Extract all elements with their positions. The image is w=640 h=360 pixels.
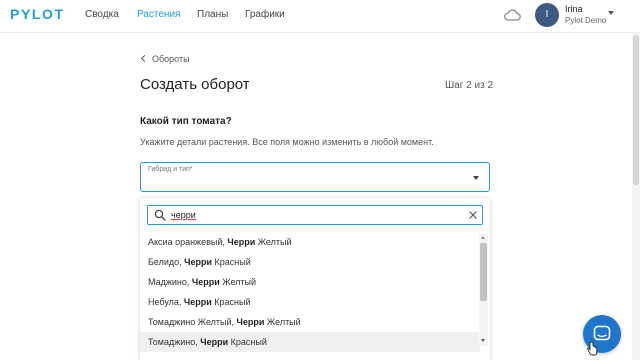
dropdown-option[interactable]: Томаджино Желтый, Черри Желтый (140, 312, 480, 332)
option-color: Желтый (255, 237, 292, 247)
option-name: Томаджино, (148, 337, 201, 347)
option-match: Черри (183, 297, 212, 307)
page-scrollbar-thumb[interactable] (633, 35, 639, 185)
option-name: Белидо, (148, 257, 185, 267)
scroll-up-icon[interactable] (481, 236, 485, 239)
dropdown-search-input[interactable]: черри (147, 205, 483, 225)
dropdown-option[interactable]: Маджино, Черри Желтый (140, 272, 480, 292)
search-icon (154, 209, 166, 221)
dropdown-option[interactable]: Аксиа оранжевый, Черри Желтый (140, 232, 480, 252)
option-match: Черри (191, 277, 220, 287)
option-match: Черри (200, 337, 229, 347)
select-label: Гибрид и тип* (148, 166, 193, 173)
page-scrollbar[interactable] (632, 33, 640, 360)
dropdown-options-list: Аксиа оранжевый, Черри Желтый Белидо, Чер… (140, 232, 480, 352)
dropdown-panel: черри Аксиа оранжевый, Черри Желтый Белид… (140, 198, 490, 360)
top-bar: PYLOT Сводка Растения Планы Графики I Ir… (0, 0, 640, 33)
cursor-icon (587, 341, 598, 356)
step-indicator: Шаг 2 из 2 (445, 80, 494, 91)
avatar[interactable]: I (535, 3, 559, 27)
dropdown-option[interactable]: Томаджино, Черри Красный (140, 332, 480, 352)
caret-down-icon[interactable] (608, 11, 614, 15)
nav-plants[interactable]: Растения (137, 9, 180, 20)
back-link-label: Обороты (152, 54, 190, 64)
cloud-icon[interactable] (503, 8, 521, 22)
dropdown-scrollbar[interactable] (479, 234, 488, 346)
option-name: Маджино, (148, 277, 192, 287)
logo[interactable]: PYLOT (10, 6, 65, 22)
option-name: Аксиа оранжевый, (148, 237, 228, 247)
user-name[interactable]: Irina (565, 4, 583, 14)
clear-icon[interactable] (468, 210, 478, 220)
page-title: Создать оборот (140, 76, 250, 93)
option-match: Черри (184, 257, 213, 267)
option-color: Желтый (219, 277, 257, 287)
hybrid-type-select[interactable]: Гибрид и тип* (140, 162, 490, 192)
scroll-down-icon[interactable] (481, 339, 485, 342)
option-match: Черри (227, 237, 256, 247)
question-heading: Какой тип томата? (140, 116, 232, 127)
nav-plans[interactable]: Планы (197, 9, 228, 20)
dropdown-option[interactable]: Белидо, Черри Красный (140, 252, 480, 272)
option-color: Желтый (264, 317, 301, 327)
option-name: Томаджино Желтый, (148, 317, 237, 327)
option-color: Красный (211, 297, 251, 307)
option-color: Красный (212, 257, 251, 267)
option-match: Черри (236, 317, 265, 327)
search-value: черри (171, 210, 196, 220)
caret-down-icon[interactable] (473, 176, 479, 180)
back-link[interactable]: Обороты (140, 54, 190, 64)
chevron-left-icon (140, 54, 149, 63)
option-color: Красный (228, 337, 267, 347)
nav-summary[interactable]: Сводка (85, 9, 119, 20)
dropdown-scrollbar-thumb[interactable] (480, 243, 487, 301)
dropdown-option[interactable]: Небула, Черри Красный (140, 292, 480, 312)
hint-text: Укажите детали растения. Все поля можно … (140, 137, 434, 147)
user-org[interactable]: Pylot Demo (565, 16, 606, 25)
option-name: Небула, (148, 297, 184, 307)
nav-charts[interactable]: Графики (245, 9, 285, 20)
